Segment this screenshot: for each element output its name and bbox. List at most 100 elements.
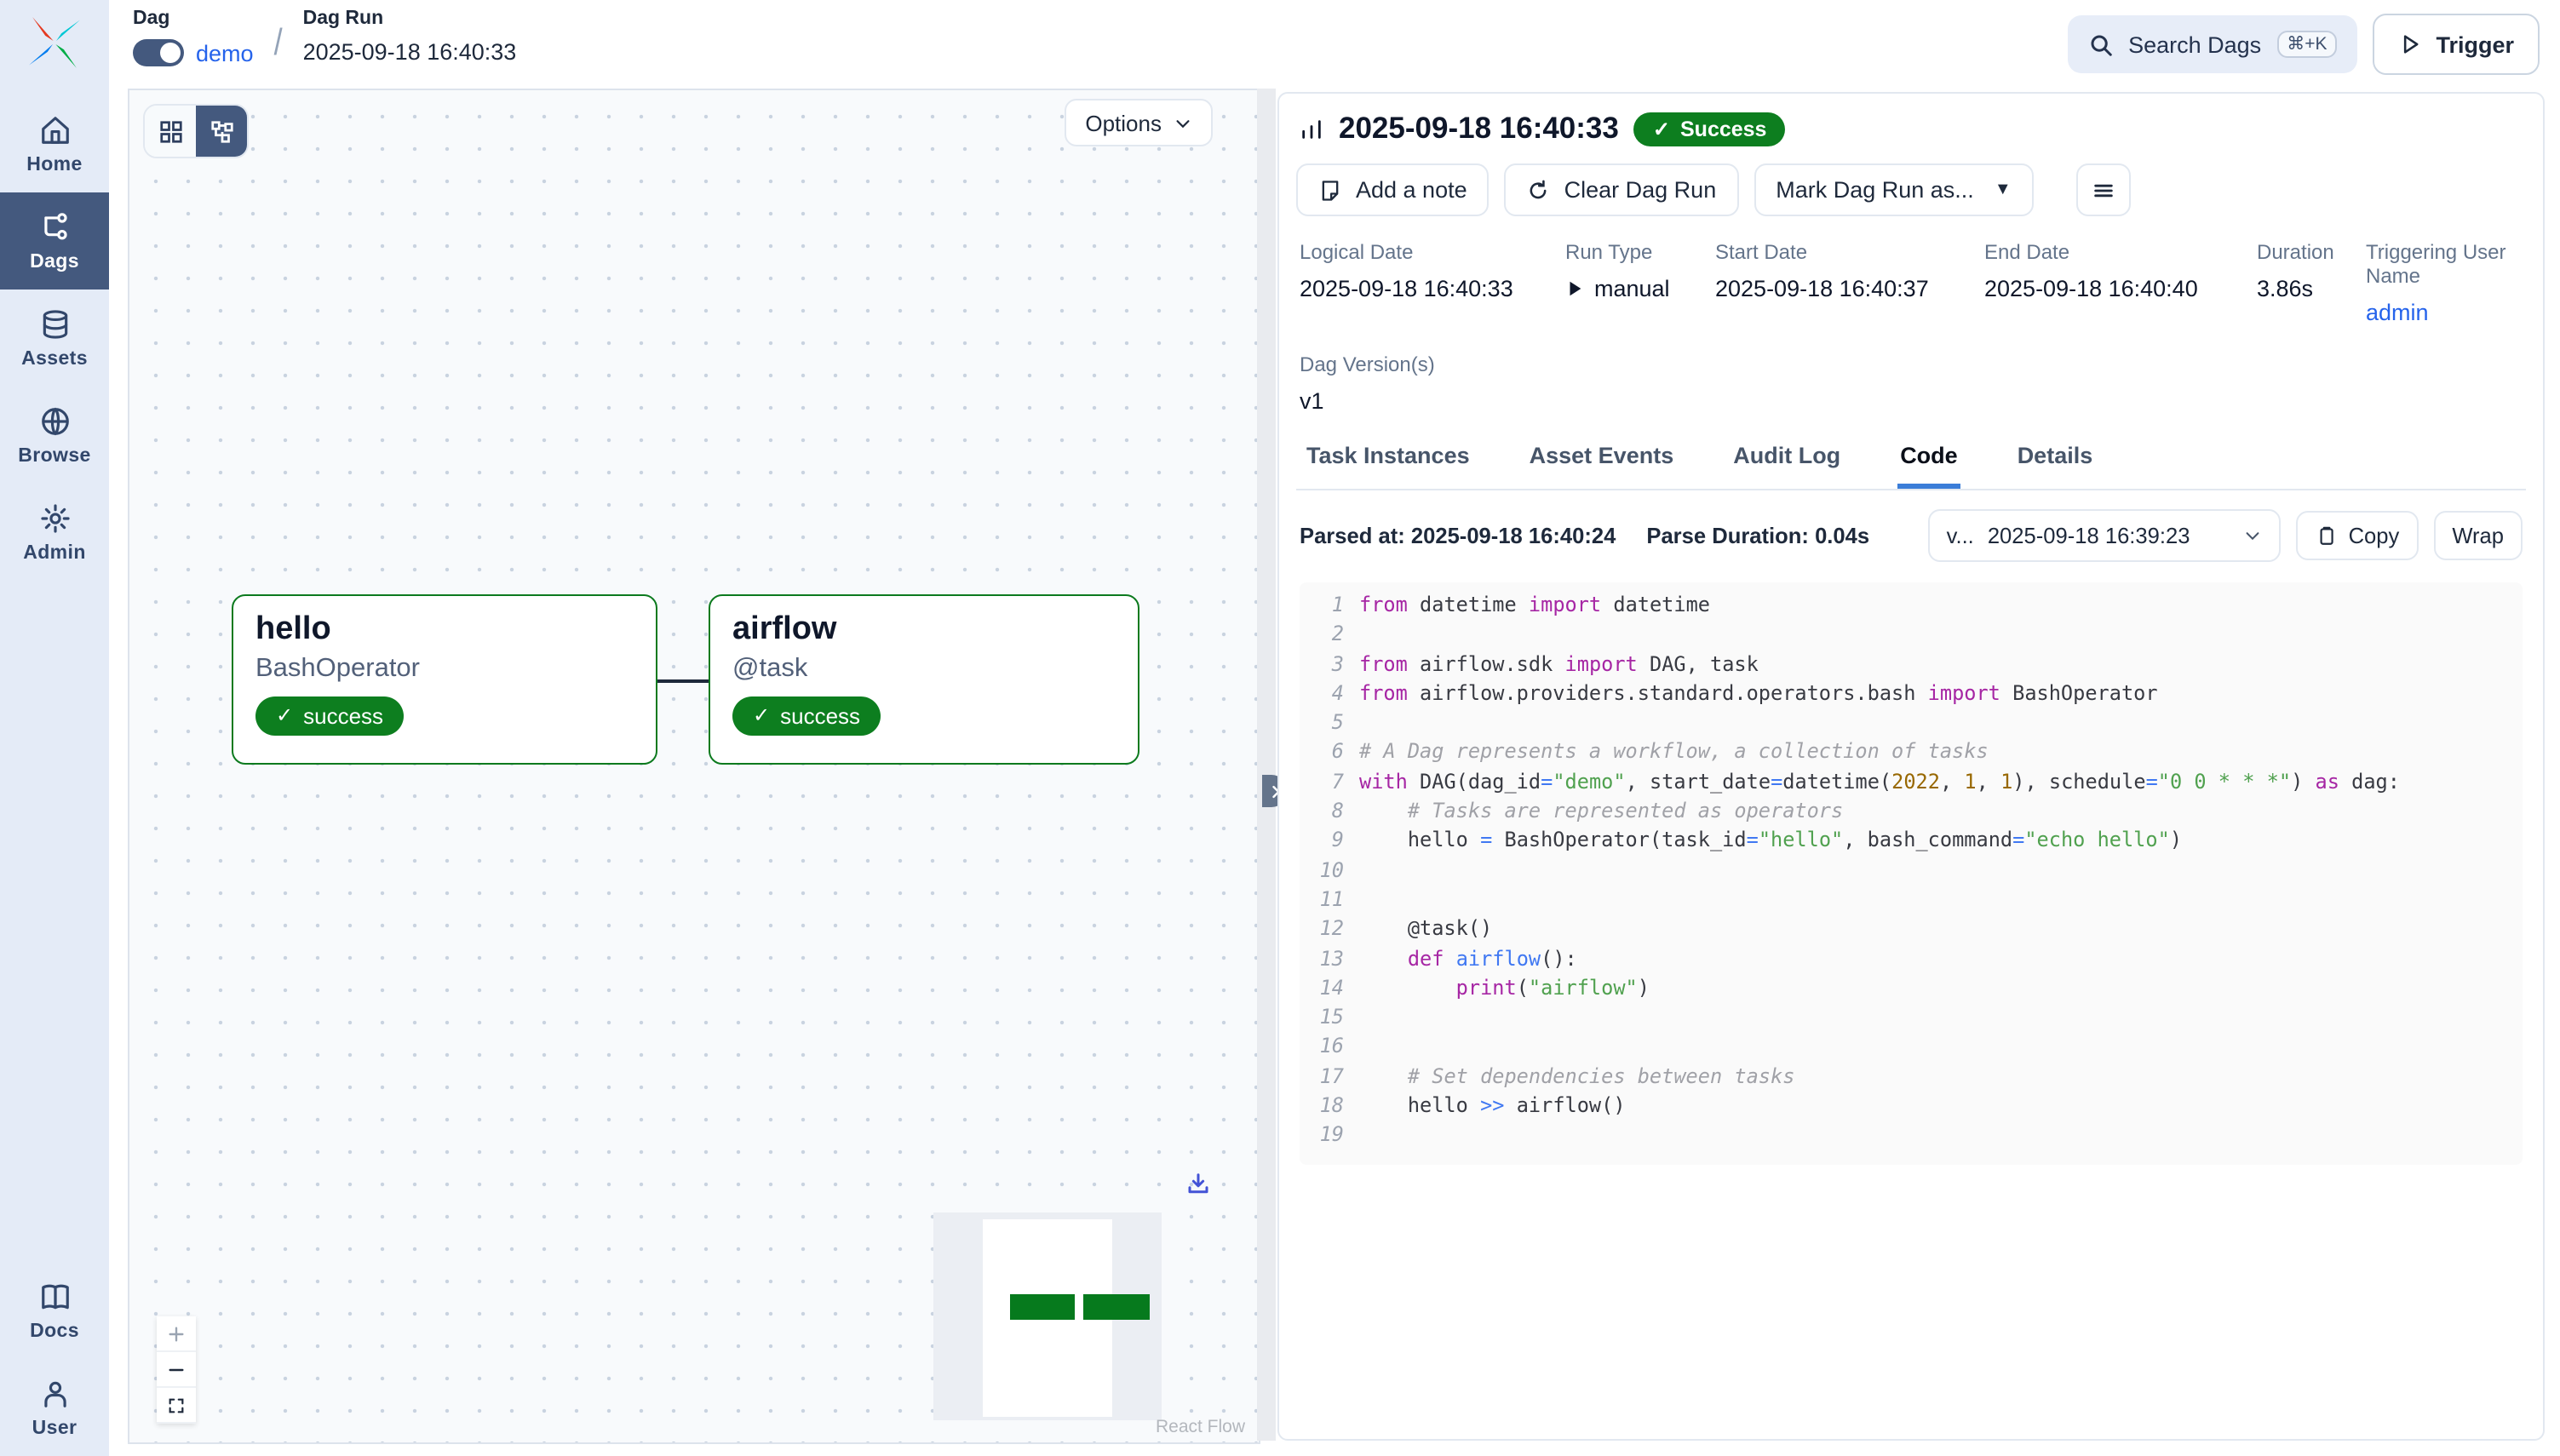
add-note-button[interactable]: Add a note bbox=[1296, 163, 1490, 216]
line-number: 11 bbox=[1300, 886, 1359, 915]
zoom-out-button[interactable] bbox=[157, 1352, 196, 1388]
sidebar-spacer bbox=[0, 581, 109, 1262]
code-text: # A Dag represents a workflow, a collect… bbox=[1359, 738, 1989, 768]
parse-duration: Parse Duration: 0.04s bbox=[1646, 523, 1869, 548]
plus-icon bbox=[167, 1324, 186, 1343]
task-node-airflow[interactable]: airflow @task ✓success bbox=[709, 594, 1139, 765]
sidebar-item-label: Admin bbox=[23, 543, 86, 564]
line-number: 10 bbox=[1300, 856, 1359, 886]
panel-divider[interactable] bbox=[1257, 89, 1276, 1441]
dagrun-name: 2025-09-18 16:40:33 bbox=[303, 39, 517, 65]
task-node-hello[interactable]: hello BashOperator ✓success bbox=[232, 594, 657, 765]
sidebar-item-admin[interactable]: Admin bbox=[0, 484, 109, 581]
breadcrumb-dag-label: Dag bbox=[133, 9, 254, 29]
code-line: 15 bbox=[1300, 1003, 2523, 1033]
run-actions-row: Add a note Clear Dag Run Mark Dag Run as… bbox=[1296, 163, 2526, 216]
search-dags-button[interactable]: Search Dags ⌘+K bbox=[2067, 15, 2357, 73]
breadcrumb: Dag demo / Dag Run 2025-09-18 16:40:33 bbox=[133, 9, 516, 66]
airflow-logo[interactable] bbox=[26, 14, 83, 72]
field-end-date: End Date 2025-09-18 16:40:40 bbox=[1984, 240, 2257, 325]
sidebar-item-label: User bbox=[32, 1419, 77, 1439]
dag-graph-panel[interactable]: Options hello BashOperator ✓success airf… bbox=[128, 89, 1260, 1444]
line-number: 16 bbox=[1300, 1033, 1359, 1063]
dag-pause-toggle[interactable] bbox=[133, 39, 184, 66]
graph-view-button[interactable] bbox=[196, 106, 247, 157]
version-date: 2025-09-18 16:39:23 bbox=[1988, 523, 2190, 548]
run-metadata: Logical Date 2025-09-18 16:40:33 Run Typ… bbox=[1296, 240, 2526, 325]
dag-code-block[interactable]: 1from datetime import datetime2 3from ai… bbox=[1300, 582, 2523, 1164]
code-text: hello >> airflow() bbox=[1359, 1092, 1626, 1121]
line-number: 7 bbox=[1300, 768, 1359, 798]
zoom-controls bbox=[157, 1316, 196, 1424]
clear-dag-run-button[interactable]: Clear Dag Run bbox=[1505, 163, 1739, 216]
task-node-title: airflow bbox=[732, 610, 1116, 651]
sidebar-item-home[interactable]: Home bbox=[0, 95, 109, 192]
clipboard-icon bbox=[2315, 525, 2337, 547]
code-text bbox=[1359, 1121, 1371, 1151]
trigger-button[interactable]: Trigger bbox=[2373, 14, 2540, 75]
code-controls: v... 2025-09-18 16:39:23 Copy Wrap bbox=[1928, 509, 2523, 562]
code-text: hello = BashOperator(task_id="hello", ba… bbox=[1359, 827, 2182, 857]
version-prefix: v... bbox=[1947, 523, 1974, 548]
code-text bbox=[1359, 886, 1371, 915]
line-number: 1 bbox=[1300, 591, 1359, 621]
field-start-date: Start Date 2025-09-18 16:40:37 bbox=[1715, 240, 1984, 325]
code-line: 13 def airflow(): bbox=[1300, 944, 2523, 974]
code-line: 3from airflow.sdk import DAG, task bbox=[1300, 650, 2523, 679]
code-text: from datetime import datetime bbox=[1359, 591, 1710, 621]
workflow-icon bbox=[209, 118, 234, 144]
tab-audit-log[interactable]: Audit Log bbox=[1730, 443, 1844, 489]
sidebar-item-label: Browse bbox=[18, 446, 91, 467]
sidebar-item-label: Docs bbox=[30, 1321, 79, 1342]
database-icon bbox=[38, 308, 71, 341]
search-shortcut-badge: ⌘+K bbox=[2276, 31, 2337, 58]
task-edge bbox=[657, 679, 709, 682]
tab-code[interactable]: Code bbox=[1897, 443, 1961, 489]
zoom-in-button[interactable] bbox=[157, 1316, 196, 1352]
run-title-row: 2025-09-18 16:40:33 ✓Success bbox=[1296, 107, 2526, 146]
sidebar: Home Dags Assets Browse Admin Docs User bbox=[0, 0, 109, 1456]
mark-dag-run-as-button[interactable]: Mark Dag Run as... ▼ bbox=[1754, 163, 2033, 216]
fit-view-button[interactable] bbox=[157, 1388, 196, 1424]
grid-icon bbox=[158, 118, 183, 144]
graph-minimap[interactable] bbox=[933, 1212, 1162, 1420]
tab-task-instances[interactable]: Task Instances bbox=[1303, 443, 1473, 489]
code-toolbar: Parsed at: 2025-09-18 16:40:24 Parse Dur… bbox=[1296, 509, 2526, 562]
download-graph-icon[interactable] bbox=[1185, 1172, 1211, 1197]
code-text: # Tasks are represented as operators bbox=[1359, 797, 1843, 827]
sidebar-item-dags[interactable]: Dags bbox=[0, 192, 109, 289]
code-line: 18 hello >> airflow() bbox=[1300, 1092, 2523, 1121]
sidebar-item-docs[interactable]: Docs bbox=[0, 1262, 109, 1359]
trigger-label: Trigger bbox=[2436, 32, 2514, 57]
options-label: Options bbox=[1085, 110, 1162, 135]
code-text: @task() bbox=[1359, 915, 1492, 945]
more-menu-button[interactable] bbox=[2076, 163, 2131, 216]
code-line: 19 bbox=[1300, 1121, 2523, 1151]
code-text bbox=[1359, 1033, 1371, 1063]
tab-asset-events[interactable]: Asset Events bbox=[1526, 443, 1678, 489]
user-icon bbox=[38, 1378, 71, 1410]
reactflow-attribution: React Flow bbox=[1156, 1417, 1245, 1437]
sidebar-item-browse[interactable]: Browse bbox=[0, 387, 109, 484]
code-text bbox=[1359, 1003, 1371, 1033]
grid-view-button[interactable] bbox=[145, 106, 196, 157]
run-tabs: Task Instances Asset Events Audit Log Co… bbox=[1296, 443, 2526, 490]
code-line: 4from airflow.providers.standard.operato… bbox=[1300, 679, 2523, 709]
line-number: 3 bbox=[1300, 650, 1359, 679]
graph-options-button[interactable]: Options bbox=[1065, 99, 1213, 146]
breadcrumb-dagrun-label: Dag Run bbox=[303, 9, 517, 29]
sidebar-item-assets[interactable]: Assets bbox=[0, 289, 109, 387]
tab-details[interactable]: Details bbox=[2014, 443, 2097, 489]
sidebar-item-user[interactable]: User bbox=[0, 1359, 109, 1456]
triggering-user-link[interactable]: admin bbox=[2366, 300, 2523, 325]
copy-code-button[interactable]: Copy bbox=[2296, 511, 2419, 560]
wrap-code-button[interactable]: Wrap bbox=[2433, 511, 2523, 560]
chevron-down-icon bbox=[1174, 113, 1192, 132]
run-status-badge: ✓Success bbox=[1634, 112, 1786, 146]
dag-version-value: v1 bbox=[1300, 388, 2523, 414]
code-version-select[interactable]: v... 2025-09-18 16:39:23 bbox=[1928, 509, 2281, 562]
minimap-viewport bbox=[983, 1219, 1112, 1417]
code-text: from airflow.sdk import DAG, task bbox=[1359, 650, 1759, 679]
dag-name-link[interactable]: demo bbox=[196, 40, 254, 66]
book-icon bbox=[38, 1281, 71, 1313]
